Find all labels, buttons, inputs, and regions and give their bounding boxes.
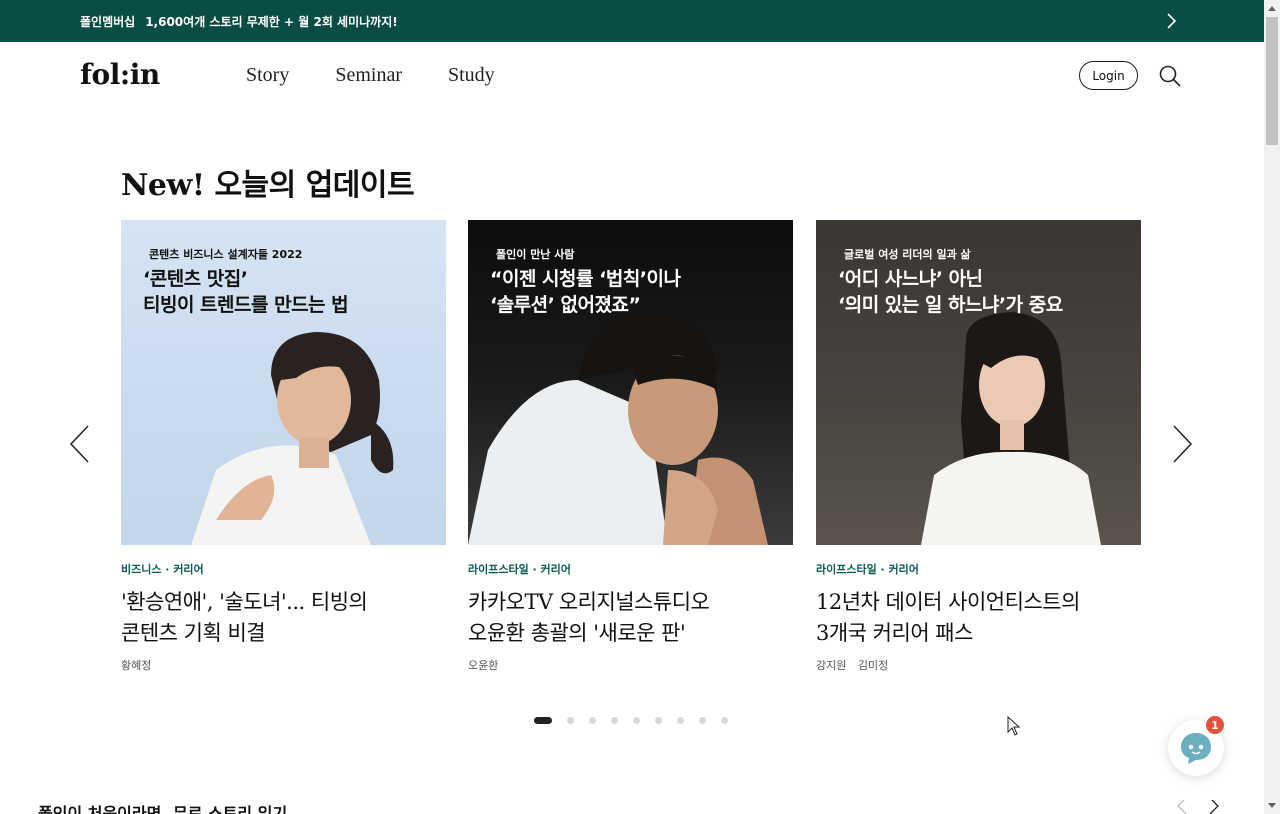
chat-bot-icon <box>1181 733 1211 764</box>
scroll-thumb[interactable] <box>1266 17 1278 145</box>
carousel-dot[interactable] <box>567 717 574 724</box>
carousel-dot[interactable] <box>655 717 662 724</box>
mouse-cursor-icon <box>1007 716 1021 736</box>
card-title-line: 카카오TV 오리지널스튜디오 <box>468 590 710 614</box>
card-title[interactable]: '환승연애', '술도녀'... 티빙의 콘텐츠 기획 비결 <box>121 587 446 649</box>
card-title-line: 12년차 데이터 사이언티스트의 <box>816 590 1080 614</box>
card-authors: 강지원 김미정 <box>816 657 1141 673</box>
carousel-dot[interactable] <box>589 717 596 724</box>
scroll-down-arrow[interactable] <box>1264 798 1280 814</box>
card-category[interactable]: 라이프스타일 · 커리어 <box>816 561 1141 577</box>
card-title-line: '환승연애', '술도녀'... 티빙의 <box>121 590 368 614</box>
card-series: 글로벌 여성 리더의 일과 삶 <box>844 248 971 261</box>
card-title[interactable]: 12년차 데이터 사이언티스트의 3개국 커리어 패스 <box>816 587 1141 649</box>
card-title[interactable]: 카카오TV 오리지널스튜디오 오윤환 총괄의 '새로운 판' <box>468 587 793 649</box>
site-header: fol:in Story Seminar Study Login <box>0 42 1264 110</box>
logo[interactable]: fol:in <box>80 58 160 91</box>
carousel-pagination <box>534 717 743 724</box>
carousel-dot[interactable] <box>633 717 640 724</box>
section-arrows <box>1177 800 1219 814</box>
section-title: New! 오늘의 업데이트 <box>121 168 415 203</box>
search-icon[interactable] <box>1158 64 1182 88</box>
story-card[interactable]: 글로벌 여성 리더의 일과 삶 ‘어디 사느냐’ 아닌 ‘의미 있는 일 하느냐… <box>816 220 1141 673</box>
card-headline-line: ‘어디 사느냐’ 아닌 <box>838 268 983 290</box>
card-title-line: 오윤환 총괄의 '새로운 판' <box>468 621 686 645</box>
chevron-right-icon[interactable] <box>1162 12 1180 30</box>
chevron-right-icon[interactable] <box>1209 800 1219 814</box>
scroll-up-arrow[interactable] <box>1264 0 1280 16</box>
card-title-line: 3개국 커리어 패스 <box>816 621 973 645</box>
carousel-dot[interactable] <box>534 717 552 724</box>
nav-seminar[interactable]: Seminar <box>335 64 402 87</box>
triangle-up-icon <box>1268 6 1276 11</box>
chevron-left-icon[interactable] <box>1177 800 1187 814</box>
card-series: 콘텐츠 비즈니스 설계자들 2022 <box>149 248 303 261</box>
card-author: 강지원 <box>816 659 847 672</box>
page-scrollbar[interactable] <box>1264 0 1280 814</box>
nav-study[interactable]: Study <box>448 64 495 87</box>
carousel-dot[interactable] <box>699 717 706 724</box>
story-thumbnail[interactable]: 글로벌 여성 리더의 일과 삶 ‘어디 사느냐’ 아닌 ‘의미 있는 일 하느냐… <box>816 220 1141 545</box>
banner-label: 폴인멤버십 <box>80 14 136 29</box>
carousel-dot[interactable] <box>721 717 728 724</box>
carousel-dot[interactable] <box>611 717 618 724</box>
banner-text: 1,600여개 스토리 무제한 + 월 2회 세미나까지! <box>145 14 398 29</box>
card-category[interactable]: 라이프스타일 · 커리어 <box>468 561 793 577</box>
card-headline-line: ‘콘텐츠 맛집’ <box>143 268 248 290</box>
card-title-line: 콘텐츠 기획 비결 <box>121 621 266 645</box>
story-thumbnail[interactable]: 폴인이 만난 사람 “이젠 시청률 ‘법칙’이나 ‘솔루션’ 없어졌죠” <box>468 220 793 545</box>
story-thumbnail[interactable]: 콘텐츠 비즈니스 설계자들 2022 ‘콘텐츠 맛집’ 티빙이 트렌드를 만드는… <box>121 220 446 545</box>
main-nav: Story Seminar Study <box>246 64 541 87</box>
story-card[interactable]: 콘텐츠 비즈니스 설계자들 2022 ‘콘텐츠 맛집’ 티빙이 트렌드를 만드는… <box>121 220 446 673</box>
login-button[interactable]: Login <box>1079 61 1138 90</box>
card-author: 황혜정 <box>121 659 152 672</box>
card-headline-line: ‘솔루션’ 없어졌죠” <box>490 294 641 316</box>
chevron-left-icon[interactable] <box>68 424 90 464</box>
card-headline: “이젠 시청률 ‘법칙’이나 ‘솔루션’ 없어졌죠” <box>490 266 681 318</box>
nav-story[interactable]: Story <box>246 64 289 87</box>
membership-banner[interactable]: 폴인멤버십 1,600여개 스토리 무제한 + 월 2회 세미나까지! <box>0 0 1264 42</box>
card-headline-line: 티빙이 트렌드를 만드는 법 <box>143 294 349 316</box>
card-headline: ‘콘텐츠 맛집’ 티빙이 트렌드를 만드는 법 <box>143 266 349 318</box>
chevron-right-icon[interactable] <box>1172 424 1194 464</box>
card-headline-line: “이젠 시청률 ‘법칙’이나 <box>490 268 681 290</box>
card-series: 폴인이 만난 사람 <box>496 248 575 261</box>
next-section-title: 폴인이 처음이라면, 무료 스토리 읽기 <box>38 804 288 814</box>
card-headline: ‘어디 사느냐’ 아닌 ‘의미 있는 일 하느냐’가 중요 <box>838 266 1063 318</box>
card-author: 김미정 <box>857 659 889 672</box>
card-author: 오윤환 <box>468 659 499 672</box>
card-headline-line: ‘의미 있는 일 하느냐’가 중요 <box>838 294 1063 316</box>
carousel-dot[interactable] <box>677 717 684 724</box>
card-authors: 오윤환 <box>468 657 793 673</box>
card-category[interactable]: 비즈니스 · 커리어 <box>121 561 446 577</box>
story-card[interactable]: 폴인이 만난 사람 “이젠 시청률 ‘법칙’이나 ‘솔루션’ 없어졌죠” 라이프… <box>468 220 793 673</box>
chat-notification-badge: 1 <box>1204 714 1226 736</box>
triangle-down-icon <box>1268 803 1276 808</box>
card-authors: 황혜정 <box>121 657 446 673</box>
